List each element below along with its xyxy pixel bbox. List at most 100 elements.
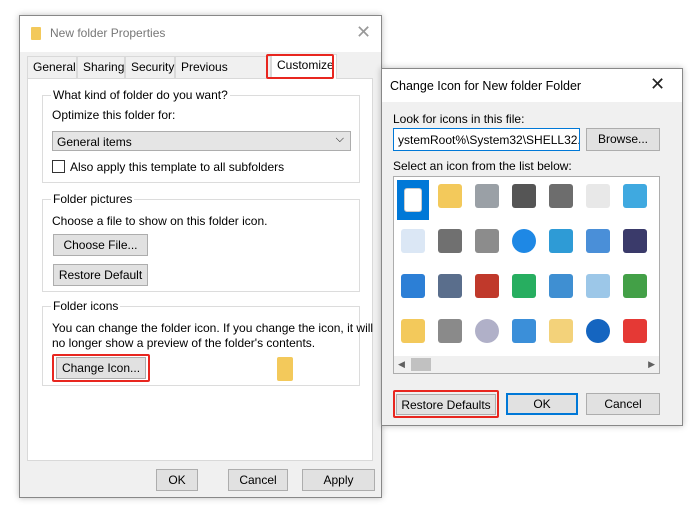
network-drive-icon [438,229,462,253]
apply-button[interactable]: Apply [302,469,375,491]
ok-button[interactable]: OK [156,469,198,491]
icon-option[interactable] [434,315,466,347]
restore-default-button[interactable]: Restore Default [53,264,148,286]
icon-option[interactable] [434,225,466,257]
cd-drive-icon [475,319,499,343]
floppy-drive-icon [438,274,462,298]
choose-file-button[interactable]: Choose File... [53,234,148,256]
file-path-value: ystemRoot%\System32\SHELL32.dll [398,133,580,147]
power-icon [623,319,647,343]
window-icon [401,274,425,298]
icon-option[interactable] [434,270,466,302]
select-value: General items [57,135,132,149]
folder-icon [31,27,41,40]
icon-option[interactable] [619,315,651,347]
close-icon[interactable]: ✕ [650,74,665,95]
projector-icon [623,229,647,253]
checkbox-label[interactable]: Also apply this template to all subfolde… [70,160,284,174]
highlight-restore-defaults [393,390,499,418]
look-label: Look for icons in this file: [393,112,525,126]
icon-option[interactable] [434,180,466,212]
cancel-button[interactable]: Cancel [228,469,288,491]
icon-option[interactable] [545,180,577,212]
green-arrow-icon [623,274,647,298]
cancel-button[interactable]: Cancel [586,393,660,415]
icon-option[interactable] [508,270,540,302]
select-label: Select an icon from the list below: [393,159,572,173]
monitor-window-icon [623,184,647,208]
icons-description-line2: no longer show a preview of the folder's… [52,336,316,350]
monitor-globe-icon [549,229,573,253]
icon-option[interactable] [397,315,429,347]
file-path-input[interactable]: ystemRoot%\System32\SHELL32.dll [393,128,580,151]
scroll-left-icon[interactable]: ◀ [398,359,405,370]
folder-preview-icon [277,357,293,381]
blank-file-icon [404,188,422,212]
pictures-description: Choose a file to show on this folder ico… [52,214,268,228]
icon-option[interactable] [508,225,540,257]
change-icon-dialog: Change Icon for New folder Folder ✕ Look… [381,68,683,426]
tab-general[interactable]: General [27,56,77,78]
scroll-right-icon[interactable]: ▶ [648,359,655,370]
icon-option[interactable] [471,315,503,347]
folder-pictures-group: Folder pictures Choose a file to show on… [42,192,360,292]
window-title: New folder Properties [50,26,166,40]
folder-icon [401,319,425,343]
group-label: Folder pictures [51,192,135,206]
icon-option[interactable] [508,315,540,347]
optimize-label: Optimize this folder for: [52,108,176,122]
folder-type-group: What kind of folder do you want? Optimiz… [42,88,360,183]
tab-security[interactable]: Security [125,56,175,78]
ok-button[interactable]: OK [506,393,578,415]
tab-panel: What kind of folder do you want? Optimiz… [27,78,373,461]
browse-button[interactable]: Browse... [586,128,660,151]
grid-folder-icon [549,319,573,343]
tab-previous-versions[interactable]: Previous Versions [175,56,271,95]
drive-x-icon [475,274,499,298]
icon-option[interactable] [397,180,429,220]
icon-option[interactable] [397,270,429,302]
scroll-thumb[interactable] [411,358,431,371]
dialog-title: Change Icon for New folder Folder [390,79,582,93]
help-icon [586,319,610,343]
group-label: Folder icons [51,299,121,313]
icon-option[interactable] [545,225,577,257]
apply-subfolders-checkbox[interactable] [52,160,65,173]
drive-gray-icon [438,319,462,343]
icon-option[interactable] [545,270,577,302]
icon-option[interactable] [582,270,614,302]
drive-network-icon [475,229,499,253]
folder-icons-group: Folder icons You can change the folder i… [42,299,373,386]
chip-icon [512,184,536,208]
laptop-icon [512,319,536,343]
icon-option[interactable] [471,270,503,302]
file-clock-icon [586,184,610,208]
icon-option[interactable] [582,315,614,347]
drive-icon [475,184,499,208]
close-icon[interactable]: ✕ [356,22,371,43]
control-panel-icon [586,229,610,253]
tab-sharing[interactable]: Sharing [77,56,125,78]
icon-option[interactable] [508,180,540,212]
document-icon [401,229,425,253]
horizontal-scrollbar[interactable]: ◀ ▶ [394,356,659,373]
icon-option[interactable] [582,180,614,212]
icon-option[interactable] [545,315,577,347]
icon-list[interactable]: ◀ ▶ [393,176,660,374]
printer-icon [549,184,573,208]
globe-icon [512,229,536,253]
icon-option[interactable] [619,225,651,257]
icon-option[interactable] [471,180,503,212]
network-icon [549,274,573,298]
optimize-select[interactable]: General items ⌵ [52,131,351,151]
icon-option[interactable] [397,225,429,257]
icon-option[interactable] [582,225,614,257]
chevron-down-icon: ⌵ [335,133,344,145]
title-bar: New folder Properties ✕ [20,16,381,52]
icons-description-line1: You can change the folder icon. If you c… [52,321,374,335]
icon-option[interactable] [619,180,651,212]
icon-option[interactable] [471,225,503,257]
search-icon [586,274,610,298]
icon-option[interactable] [619,270,651,302]
group-label: What kind of folder do you want? [51,88,230,102]
